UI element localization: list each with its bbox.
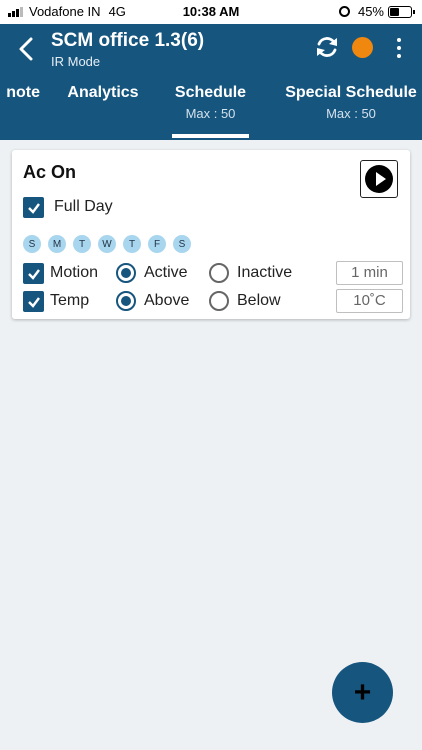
motion-inactive-label: Inactive [237,264,293,281]
refresh-button[interactable] [314,34,340,60]
schedule-title: Ac On [23,162,77,182]
temp-threshold-field[interactable]: 10˚C [336,289,403,313]
run-schedule-button[interactable] [360,160,398,198]
tab-schedule[interactable]: Schedule Max : 50 [172,80,249,140]
temp-checkbox[interactable] [23,291,44,312]
motion-inactive-radio[interactable] [209,263,229,283]
day-chip-sunday[interactable]: S [23,235,41,253]
tab-label: Analytics [67,84,139,101]
battery-icon [388,5,415,18]
temp-label: Temp [50,292,90,309]
battery-percent: 45% [357,4,384,19]
temp-above-radio[interactable] [116,291,136,311]
motion-duration-field[interactable]: 1 min [336,261,403,285]
alarm-clock-icon [338,6,350,17]
tab-label: note [6,84,40,101]
sync-icon [317,37,337,57]
day-chip-friday[interactable]: F [148,235,166,253]
temp-below-radio[interactable] [209,291,229,311]
chevron-left-icon [19,37,33,61]
add-schedule-button[interactable]: + [332,662,393,723]
tab-analytics[interactable]: Analytics [60,80,146,140]
tab-sublabel: Max : 50 [185,106,236,121]
full-day-label: Full Day [54,198,113,215]
page-title: SCM office 1.3(6) [51,30,205,51]
back-button[interactable] [14,34,38,64]
connection-status-dot [352,37,373,58]
plus-icon: + [353,675,372,709]
day-chip-monday[interactable]: M [48,235,66,253]
motion-label: Motion [50,264,99,281]
overflow-menu-button[interactable] [390,36,408,60]
menu-dot-icon [397,54,401,58]
checkmark-icon [27,296,40,308]
schedule-card[interactable]: Ac On Full Day S M T W T F S Motion Acti… [12,150,410,319]
tab-sublabel: Max : 50 [326,106,376,121]
full-day-checkbox[interactable] [23,197,44,218]
tab-label: Special Schedule [285,84,417,101]
status-right: 45% [338,4,415,19]
tab-remote[interactable]: note [0,80,40,140]
motion-checkbox[interactable] [23,263,44,284]
menu-dot-icon [397,46,401,50]
tab-bar: note Analytics Schedule Max : 50 Special… [0,80,422,140]
temp-below-label: Below [237,292,281,309]
play-icon [365,165,393,193]
active-tab-indicator [172,134,249,138]
tab-special-schedule[interactable]: Special Schedule Max : 50 [280,80,422,140]
motion-active-label: Active [144,264,188,281]
motion-active-radio[interactable] [116,263,136,283]
temp-above-label: Above [144,292,190,309]
app-header: SCM office 1.3(6) IR Mode note Analytics… [0,24,422,140]
status-bar: Vodafone IN 4G 10:38 AM 45% [0,0,422,24]
page-subtitle: IR Mode [51,54,101,69]
day-chip-saturday[interactable]: S [173,235,191,253]
checkmark-icon [27,268,40,280]
day-chip-tuesday[interactable]: T [73,235,91,253]
menu-dot-icon [397,38,401,42]
day-chip-wednesday[interactable]: W [98,235,116,253]
checkmark-icon [27,202,40,214]
day-chip-thursday[interactable]: T [123,235,141,253]
tab-label: Schedule [174,84,247,101]
